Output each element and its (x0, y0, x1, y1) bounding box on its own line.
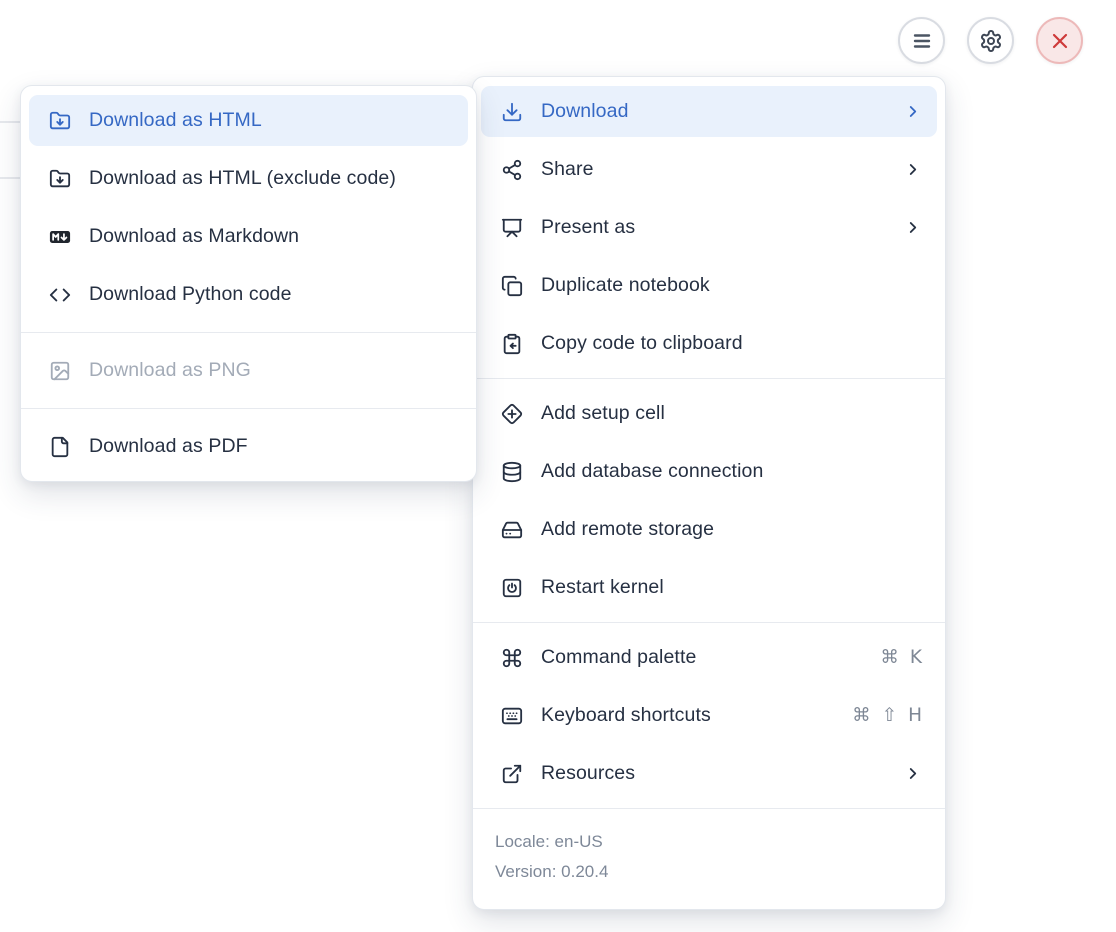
database-icon (501, 461, 523, 483)
file-icon (49, 436, 71, 458)
command-icon (501, 647, 523, 669)
menu-separator (473, 622, 945, 623)
menu-item-command-palette[interactable]: Command palette ⌘K (481, 632, 937, 683)
menu-separator (21, 408, 476, 409)
menu-item-label: Copy code to clipboard (541, 332, 922, 355)
markdown-icon (49, 226, 71, 248)
chevron-right-icon (904, 219, 922, 237)
menu-item-restart-kernel[interactable]: Restart kernel (481, 562, 937, 613)
menu-item-resources[interactable]: Resources (481, 748, 937, 799)
menu-item-label: Share (541, 158, 886, 181)
menu-item-label: Duplicate notebook (541, 274, 922, 297)
menu-item-add-database-connection[interactable]: Add database connection (481, 446, 937, 497)
share-icon (501, 159, 523, 181)
menu-item-label: Download Python code (89, 283, 453, 306)
close-icon (1048, 29, 1072, 53)
menu-separator (21, 332, 476, 333)
notebook-main-menu: Download Share Present as Duplicate note… (472, 76, 946, 910)
chevron-right-icon (904, 161, 922, 179)
app-canvas: Download as HTML Download as HTML (exclu… (0, 0, 1116, 932)
menu-item-label: Resources (541, 762, 886, 785)
external-link-icon (501, 763, 523, 785)
download-submenu: Download as HTML Download as HTML (exclu… (20, 85, 477, 482)
presentation-icon (501, 217, 523, 239)
menu-item-add-remote-storage[interactable]: Add remote storage (481, 504, 937, 555)
menu-item-label: Present as (541, 216, 886, 239)
menu-item-label: Download as Markdown (89, 225, 453, 248)
folder-down-icon (49, 168, 71, 190)
locale-text: Locale: en-US (495, 832, 923, 852)
menu-item-label: Download (541, 100, 886, 123)
menu-item-label: Download as HTML (exclude code) (89, 167, 453, 190)
menu-item-label: Download as PDF (89, 435, 453, 458)
menu-item-label: Command palette (541, 646, 862, 669)
menu-item-present-as[interactable]: Present as (481, 202, 937, 253)
menu-item-label: Download as HTML (89, 109, 453, 132)
menu-item-label: Add setup cell (541, 402, 922, 425)
image-icon (49, 360, 71, 382)
menu-item-label: Download as PNG (89, 359, 453, 382)
menu-item-share[interactable]: Share (481, 144, 937, 195)
hamburger-icon (910, 29, 934, 53)
menu-item-download-as-html[interactable]: Download as HTML (29, 95, 468, 146)
menu-item-download-as-pdf[interactable]: Download as PDF (29, 421, 468, 472)
shortcut-keys: ⌘⇧H (852, 705, 922, 726)
clipboard-copy-icon (501, 333, 523, 355)
menu-item-label: Add remote storage (541, 518, 922, 541)
menu-item-download-as-markdown[interactable]: Download as Markdown (29, 211, 468, 262)
chevron-right-icon (904, 103, 922, 121)
gear-icon (979, 29, 1003, 53)
menu-item-copy-code-to-clipboard[interactable]: Copy code to clipboard (481, 318, 937, 369)
menu-separator (473, 808, 945, 809)
shortcut-keys: ⌘K (880, 647, 922, 668)
menu-item-label: Add database connection (541, 460, 922, 483)
menu-item-download-as-html-exclude-code[interactable]: Download as HTML (exclude code) (29, 153, 468, 204)
menu-item-download-as-png: Download as PNG (29, 345, 468, 396)
version-text: Version: 0.20.4 (495, 862, 923, 882)
menu-separator (473, 378, 945, 379)
close-button[interactable] (1036, 17, 1083, 64)
menu-item-duplicate-notebook[interactable]: Duplicate notebook (481, 260, 937, 311)
power-square-icon (501, 577, 523, 599)
menu-item-add-setup-cell[interactable]: Add setup cell (481, 388, 937, 439)
keyboard-icon (501, 705, 523, 727)
hard-drive-icon (501, 519, 523, 541)
chevron-right-icon (904, 765, 922, 783)
menu-item-keyboard-shortcuts[interactable]: Keyboard shortcuts ⌘⇧H (481, 690, 937, 741)
copy-icon (501, 275, 523, 297)
menu-item-label: Restart kernel (541, 576, 922, 599)
menu-item-download[interactable]: Download (481, 86, 937, 137)
menu-item-label: Keyboard shortcuts (541, 704, 834, 727)
menu-footer: Locale: en-US Version: 0.20.4 (481, 818, 937, 900)
download-icon (501, 101, 523, 123)
hamburger-menu-button[interactable] (898, 17, 945, 64)
background-edge-line (0, 121, 20, 123)
folder-down-icon (49, 110, 71, 132)
diamond-plus-icon (501, 403, 523, 425)
settings-button[interactable] (967, 17, 1014, 64)
code-icon (49, 284, 71, 306)
background-edge-line (0, 177, 20, 179)
menu-item-download-python-code[interactable]: Download Python code (29, 269, 468, 320)
